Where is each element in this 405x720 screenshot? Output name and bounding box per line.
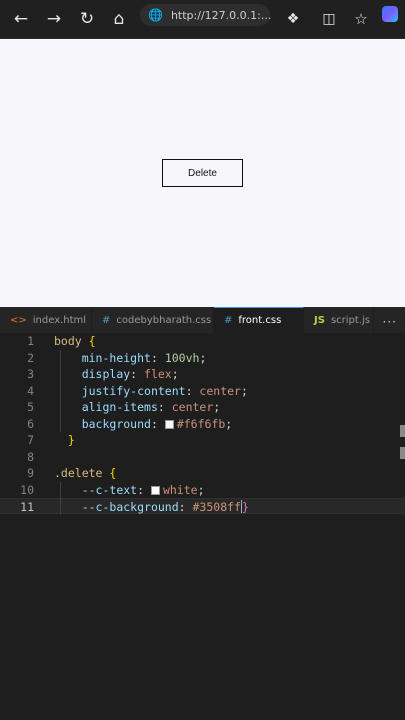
tab-label: codebybharath.css [116,314,212,326]
tab-front-css[interactable]: # front.css [214,307,304,333]
line-number: 7 [27,433,34,447]
code-text: } [67,433,75,447]
line-number: 3 [27,367,34,381]
line-number: 11 [20,500,34,514]
code-text: --c-background: #3508ff} [81,500,249,514]
line-number: 4 [27,383,34,398]
code-text: justify-content: center; [81,383,248,398]
color-swatch-icon[interactable] [150,485,160,495]
code-text: .delete { [54,466,117,480]
css-hash-icon: # [224,315,233,326]
globe-icon: 🌐 [148,8,163,22]
line-number: 5 [27,400,34,414]
code-text: --c-text: white; [81,482,205,497]
split-screen-icon[interactable]: ◫ [316,6,342,32]
line-number: 8 [27,449,34,464]
code-line[interactable]: 1 body { [0,333,405,349]
code-text: display: flex; [81,367,179,381]
indent-guide [60,481,61,515]
line-number: 10 [20,482,34,497]
tab-codebybharath-css[interactable]: # codebybharath.css [92,307,214,333]
code-line[interactable]: 8 [0,449,405,465]
indent-guide [60,349,61,432]
code-text: min-height: 100vh; [81,350,207,365]
color-swatch-icon[interactable] [164,419,174,429]
line-number: 2 [27,350,34,365]
favorites-icon[interactable]: ☆ [348,6,374,32]
line-number: 6 [27,416,34,431]
copilot-icon[interactable] [382,6,398,22]
line-number: 1 [27,334,34,348]
tab-index-html[interactable]: <> index.html [0,307,92,333]
code-text: background: #f6f6fb; [81,416,233,431]
browser-toolbar: ← → ↻ ⌂ 🌐 http://127.0.0.1:... ❖ ◫ ☆ [0,0,405,39]
line-number: 9 [27,466,34,480]
code-editor[interactable]: 1 body { 2 min-height: 100vh; 3 display: fl… [0,333,405,720]
code-text: body { [54,334,96,348]
delete-button[interactable]: Delete [162,159,243,187]
home-icon[interactable]: ⌂ [106,6,132,32]
extensions-icon[interactable]: ❖ [280,6,306,32]
html-icon: <> [10,314,27,326]
more-actions-icon[interactable]: ··· [383,315,397,329]
address-text: http://127.0.0.1:... [170,8,272,22]
editor-tabs: <> index.html # codebybharath.css # fron… [0,307,405,333]
code-text: align-items: center; [81,400,221,414]
code-line[interactable]: 7 } [0,432,405,448]
code-line[interactable]: 9 .delete { [0,465,405,481]
refresh-icon[interactable]: ↻ [74,6,100,32]
tab-label: script.js [330,314,370,326]
web-page: Delete [0,39,405,307]
back-icon[interactable]: ← [8,6,34,32]
tab-label: index.html [32,314,87,326]
js-icon: JS [314,314,325,326]
css-hash-icon: # [102,314,111,326]
tab-script-js[interactable]: JS script.js [304,307,374,333]
address-bar[interactable]: 🌐 http://127.0.0.1:... [140,4,272,26]
tab-label: front.css [238,315,282,326]
forward-icon[interactable]: → [41,6,67,32]
